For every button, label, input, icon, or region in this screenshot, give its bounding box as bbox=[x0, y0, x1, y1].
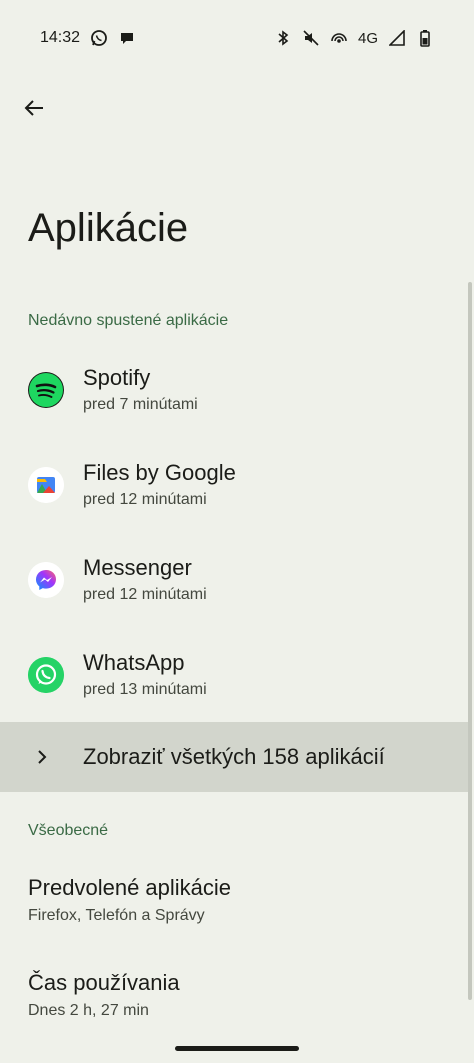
app-last-used: pred 13 minútami bbox=[83, 681, 207, 698]
show-all-apps-button[interactable]: Zobraziť všetkých 158 aplikácií bbox=[0, 722, 470, 792]
app-last-used: pred 7 minútami bbox=[83, 396, 198, 413]
arrow-back-icon bbox=[24, 100, 43, 116]
mute-vibrate-icon bbox=[302, 29, 320, 47]
app-name: Messenger bbox=[83, 555, 192, 580]
status-right: 4G bbox=[274, 29, 434, 47]
chat-notification-icon bbox=[118, 29, 136, 47]
general-header: Všeobecné bbox=[28, 822, 109, 839]
page-title: Aplikácie bbox=[28, 206, 189, 250]
chevron-right-icon bbox=[38, 750, 47, 764]
spotify-icon bbox=[28, 372, 64, 408]
recent-app-messenger[interactable]: Messenger pred 12 minútami bbox=[0, 532, 474, 627]
screen-time-summary: Dnes 2 h, 27 min bbox=[28, 1002, 149, 1019]
recent-app-files[interactable]: Files by Google pred 12 minútami bbox=[0, 437, 474, 532]
hotspot-icon bbox=[330, 29, 348, 47]
files-icon bbox=[28, 467, 64, 503]
app-last-used: pred 12 minútami bbox=[83, 586, 207, 603]
signal-icon bbox=[388, 29, 406, 47]
status-left: 14:32 bbox=[40, 29, 136, 47]
recent-app-spotify[interactable]: Spotify pred 7 minútami bbox=[0, 342, 474, 437]
recent-app-whatsapp[interactable]: WhatsApp pred 13 minútami bbox=[0, 627, 474, 722]
status-time: 14:32 bbox=[40, 29, 81, 46]
app-name: Files by Google bbox=[83, 460, 236, 485]
back-button[interactable] bbox=[14, 88, 54, 128]
screen-time-item[interactable]: Čas používania Dnes 2 h, 27 min bbox=[0, 957, 474, 1047]
show-all-apps-label: Zobraziť všetkých 158 aplikácií bbox=[83, 744, 385, 769]
gesture-nav-handle[interactable] bbox=[175, 1046, 299, 1051]
status-bar: 14:32 4G bbox=[0, 0, 474, 76]
whatsapp-notification-icon bbox=[90, 29, 108, 47]
default-apps-summary: Firefox, Telefón a Správy bbox=[28, 907, 205, 924]
messenger-icon bbox=[28, 562, 64, 598]
whatsapp-icon bbox=[28, 657, 64, 693]
app-name: WhatsApp bbox=[83, 650, 185, 675]
screen-time-title: Čas používania bbox=[28, 970, 180, 995]
app-last-used: pred 12 minútami bbox=[83, 491, 207, 508]
app-name: Spotify bbox=[83, 365, 151, 390]
default-apps-item[interactable]: Predvolené aplikácie Firefox, Telefón a … bbox=[0, 862, 474, 952]
bluetooth-icon bbox=[274, 29, 292, 47]
network-type: 4G bbox=[357, 29, 378, 47]
recent-apps-header: Nedávno spustené aplikácie bbox=[28, 312, 229, 329]
default-apps-title: Predvolené aplikácie bbox=[28, 875, 232, 900]
scrollbar[interactable] bbox=[468, 282, 472, 1000]
battery-icon bbox=[416, 29, 434, 47]
